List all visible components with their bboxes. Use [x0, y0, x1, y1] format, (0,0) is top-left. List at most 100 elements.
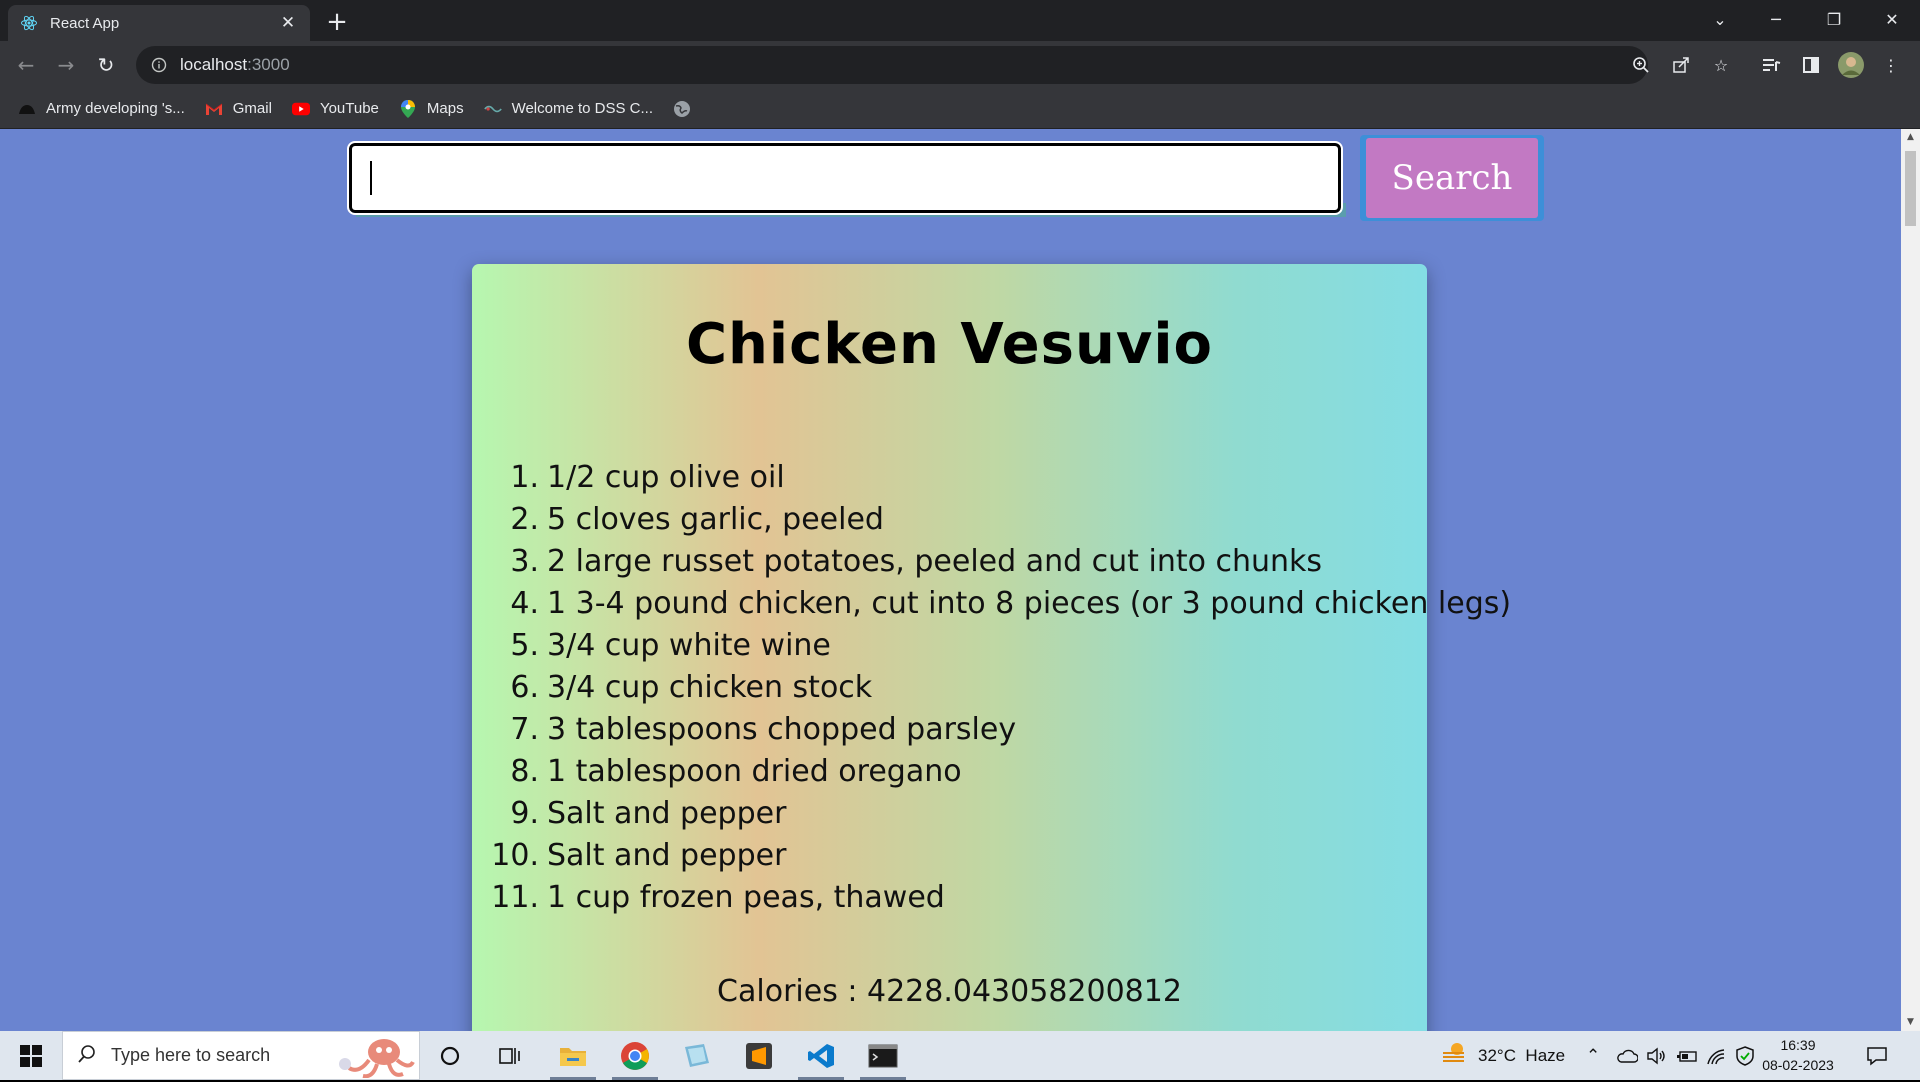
ingredient-text: Salt and pepper [547, 838, 787, 873]
ingredient-number: 6. [510, 670, 539, 705]
vscode-icon[interactable] [792, 1031, 850, 1080]
bookmark-label: Gmail [232, 100, 272, 117]
ingredient-number: 11. [491, 880, 539, 915]
calories-text: Calories : 4228.043058200812 [717, 974, 1182, 1009]
ingredient-item: 8. 1 tablespoon dried oregano [472, 754, 1572, 796]
tab-search-icon[interactable]: ⌄ [1692, 0, 1748, 38]
wifi-icon[interactable] [1706, 1031, 1726, 1080]
tab-title: React App [50, 14, 120, 32]
search-highlight-illustration [329, 1034, 415, 1079]
ingredient-text: 5 cloves garlic, peeled [547, 502, 884, 537]
weather-text: 32°C Haze [1478, 1045, 1566, 1065]
cortana-icon[interactable] [421, 1031, 479, 1080]
bookmark-label: Maps [426, 100, 464, 117]
address-bar[interactable]: localhost:3000 [136, 46, 1648, 84]
globe-icon [673, 100, 691, 118]
ingredient-text: 3/4 cup chicken stock [547, 670, 873, 705]
bookmark-youtube[interactable]: YouTube [291, 100, 379, 118]
page-scrollbar[interactable]: ▲ ▼ [1901, 129, 1920, 1031]
bookmark-maps[interactable]: Maps [399, 99, 464, 118]
bookmark-globe[interactable] [673, 100, 701, 118]
haze-weather-icon [1440, 1041, 1468, 1070]
ingredient-item: 6. 3/4 cup chicken stock [472, 670, 1572, 712]
battery-icon[interactable] [1676, 1031, 1698, 1080]
url-port: :3000 [247, 55, 290, 74]
ingredient-text: 3/4 cup white wine [547, 628, 831, 663]
scroll-down-icon[interactable]: ▼ [1905, 1017, 1916, 1027]
ingredient-number: 9. [510, 796, 539, 831]
youtube-icon [291, 100, 310, 118]
ingredient-item: 1. 1/2 cup olive oil [472, 460, 1572, 502]
ingredient-number: 4. [510, 586, 539, 621]
back-arrow-icon[interactable]: ← [10, 49, 42, 81]
notification-icon[interactable] [1866, 1031, 1888, 1080]
close-window-button[interactable]: ✕ [1864, 0, 1920, 38]
ingredient-item: 10. Salt and pepper [472, 838, 1572, 880]
show-hidden-icons-icon[interactable]: ⌃ [1586, 1031, 1600, 1080]
bookmark-gmail[interactable]: Gmail [205, 100, 272, 118]
new-tab-button[interactable]: + [322, 8, 352, 38]
reload-icon[interactable]: ↻ [90, 49, 122, 81]
url-text: localhost:3000 [180, 55, 290, 75]
scroll-up-icon[interactable]: ▲ [1905, 132, 1916, 142]
site-info-icon[interactable] [150, 56, 168, 74]
search-icon [77, 1044, 97, 1068]
tab-react-app[interactable]: React App ✕ [8, 5, 310, 41]
recipe-card: Chicken Vesuvio 1. 1/2 cup olive oil 2. 5 … [472, 264, 1511, 1031]
sublime-text-icon[interactable] [730, 1031, 788, 1080]
ingredient-list: 1. 1/2 cup olive oil 2. 5 cloves garlic, p… [472, 460, 1572, 922]
task-view-icon[interactable] [481, 1031, 539, 1080]
ingredient-item: 3. 2 large russet potatoes, peeled and cu… [472, 544, 1572, 586]
forward-arrow-icon[interactable]: → [50, 49, 82, 81]
clock-date: 08-02-2023 [1762, 1057, 1834, 1073]
bookmarks-bar: Army developing 's... Gmail YouTube Maps… [0, 89, 1920, 129]
system-clock[interactable]: 16:39 08-02-2023 [1752, 1035, 1844, 1075]
bookmark-star-icon[interactable]: ☆ [1706, 50, 1736, 80]
maps-icon [399, 99, 417, 118]
ingredient-number: 1. [510, 460, 539, 495]
windows-start-icon[interactable] [0, 1031, 62, 1080]
ingredient-text: 1 3-4 pound chicken, cut into 8 pieces (… [547, 586, 1512, 621]
terminal-icon[interactable] [854, 1031, 912, 1080]
ingredient-text: Salt and pepper [547, 796, 787, 831]
media-control-icon[interactable] [1756, 50, 1786, 80]
chrome-icon[interactable] [606, 1031, 664, 1080]
taskbar-search-box[interactable]: Type here to search [62, 1031, 420, 1080]
ingredient-number: 2. [510, 502, 539, 537]
page-viewport: Search Chicken Vesuvio 1. 1/2 cup olive o… [0, 129, 1901, 1031]
profile-avatar[interactable] [1836, 50, 1866, 80]
ingredient-number: 10. [491, 838, 539, 873]
taskbar-search-placeholder: Type here to search [111, 1045, 271, 1065]
onedrive-icon[interactable] [1616, 1031, 1638, 1080]
recipe-title: Chicken Vesuvio [685, 312, 1214, 377]
scrollbar-thumb[interactable] [1905, 151, 1916, 226]
ingredient-number: 7. [510, 712, 539, 747]
side-panel-icon[interactable] [1796, 50, 1826, 80]
ingredient-item: 9. Salt and pepper [472, 796, 1572, 838]
ingredient-item: 7. 3 tablespoons chopped parsley [472, 712, 1572, 754]
restore-button[interactable]: ❐ [1806, 0, 1862, 38]
zoom-icon[interactable] [1626, 50, 1656, 80]
ingredient-text: 2 large russet potatoes, peeled and cut … [547, 544, 1323, 579]
bookmark-dss[interactable]: Welcome to DSS C... [483, 100, 653, 118]
search-input[interactable] [347, 141, 1343, 215]
ingredient-item: 5. 3/4 cup white wine [472, 628, 1572, 670]
share-icon[interactable] [1666, 50, 1696, 80]
tab-strip: React App ✕ + ⌄ ─ ❐ ✕ [0, 0, 1920, 41]
react-icon [20, 14, 38, 32]
close-tab-icon[interactable]: ✕ [278, 13, 298, 33]
bookmark-label: YouTube [319, 100, 379, 117]
url-host: localhost [180, 55, 248, 74]
ingredient-text: 1/2 cup olive oil [547, 460, 785, 495]
notepad-icon[interactable] [668, 1031, 726, 1080]
weather-widget[interactable]: 32°C Haze [1440, 1031, 1565, 1080]
bookmark-army[interactable]: Army developing 's... [18, 100, 185, 118]
search-button[interactable]: Search [1360, 135, 1544, 221]
file-explorer-icon[interactable] [544, 1031, 602, 1080]
text-cursor [370, 161, 372, 195]
minimize-button[interactable]: ─ [1748, 0, 1804, 38]
ingredient-text: 3 tablespoons chopped parsley [547, 712, 1017, 747]
ingredient-number: 3. [510, 544, 539, 579]
volume-icon[interactable] [1646, 1031, 1666, 1080]
menu-kebab-icon[interactable]: ⋮ [1876, 50, 1906, 80]
